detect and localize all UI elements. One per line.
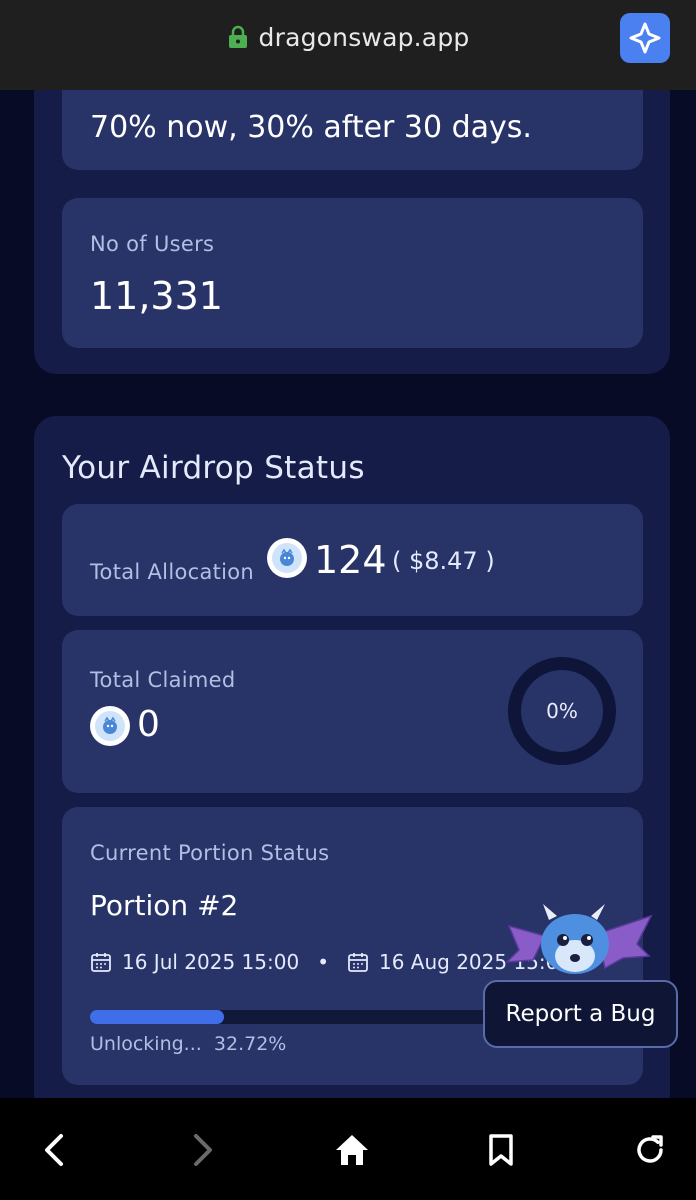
bookmark-button[interactable] xyxy=(481,1130,521,1170)
date-separator: • xyxy=(317,950,329,974)
claimed-percent: 0% xyxy=(546,699,578,723)
portion-start-date: 16 Jul 2025 15:00 xyxy=(122,950,300,974)
browser-top-bar: dragonswap.app xyxy=(0,0,696,90)
portion-name: Portion #2 xyxy=(90,889,239,922)
home-icon xyxy=(336,1135,368,1165)
users-card: No of Users 11,331 xyxy=(62,198,643,348)
report-bug-button[interactable]: Report a Bug xyxy=(483,980,678,1048)
users-label: No of Users xyxy=(90,232,215,256)
users-value: 11,331 xyxy=(90,274,223,318)
allocation-label: Total Allocation xyxy=(90,560,255,584)
back-button[interactable] xyxy=(34,1130,74,1170)
allocation-amount: 124 xyxy=(314,538,387,582)
dragon-token-icon xyxy=(267,538,307,578)
extension-button[interactable] xyxy=(620,13,670,63)
browser-bottom-bar xyxy=(0,1098,696,1200)
portion-date-range: 16 Jul 2025 15:00 • 16 Aug 2025 15:00 xyxy=(90,950,571,974)
total-claimed-card: Total Claimed 0 0% xyxy=(62,630,643,793)
split-value: 70% now, 30% after 30 days. xyxy=(90,110,532,145)
forward-button[interactable] xyxy=(183,1130,223,1170)
address-bar[interactable]: dragonswap.app xyxy=(0,20,696,54)
home-button[interactable] xyxy=(332,1130,372,1170)
forward-icon xyxy=(194,1134,212,1166)
dragon-token-icon xyxy=(90,706,130,746)
reload-button[interactable] xyxy=(630,1130,670,1170)
distribution-section: 70% now, 30% after 30 days. No of Users … xyxy=(34,90,670,374)
section-title: Your Airdrop Status xyxy=(62,450,365,486)
unlocking-label: Unlocking... xyxy=(90,1033,202,1055)
distribution-split-card: 70% now, 30% after 30 days. xyxy=(62,90,643,170)
calendar-icon xyxy=(91,953,111,972)
allocation-usd: ( $8.47 ) xyxy=(392,547,495,575)
unlock-progress-fill xyxy=(90,1010,225,1024)
unlocking-value: 32.72% xyxy=(213,1033,287,1055)
extension-sparkle-icon xyxy=(629,22,661,54)
claimed-amount: 0 xyxy=(137,704,160,745)
lock-icon xyxy=(228,25,247,48)
portion-label: Current Portion Status xyxy=(90,841,330,865)
unlocking-status: Unlocking... 32.72% xyxy=(90,1033,286,1055)
claimed-label: Total Claimed xyxy=(90,668,236,692)
bookmark-icon xyxy=(489,1134,513,1166)
claimed-progress-ring: 0% xyxy=(508,657,616,765)
unlock-progress-bar xyxy=(90,1010,500,1024)
url-text: dragonswap.app xyxy=(258,22,470,52)
total-allocation-card: Total Allocation 124 ( $8.47 ) xyxy=(62,504,643,616)
reload-icon xyxy=(637,1135,663,1163)
back-icon xyxy=(45,1134,63,1166)
calendar-icon xyxy=(348,953,368,972)
